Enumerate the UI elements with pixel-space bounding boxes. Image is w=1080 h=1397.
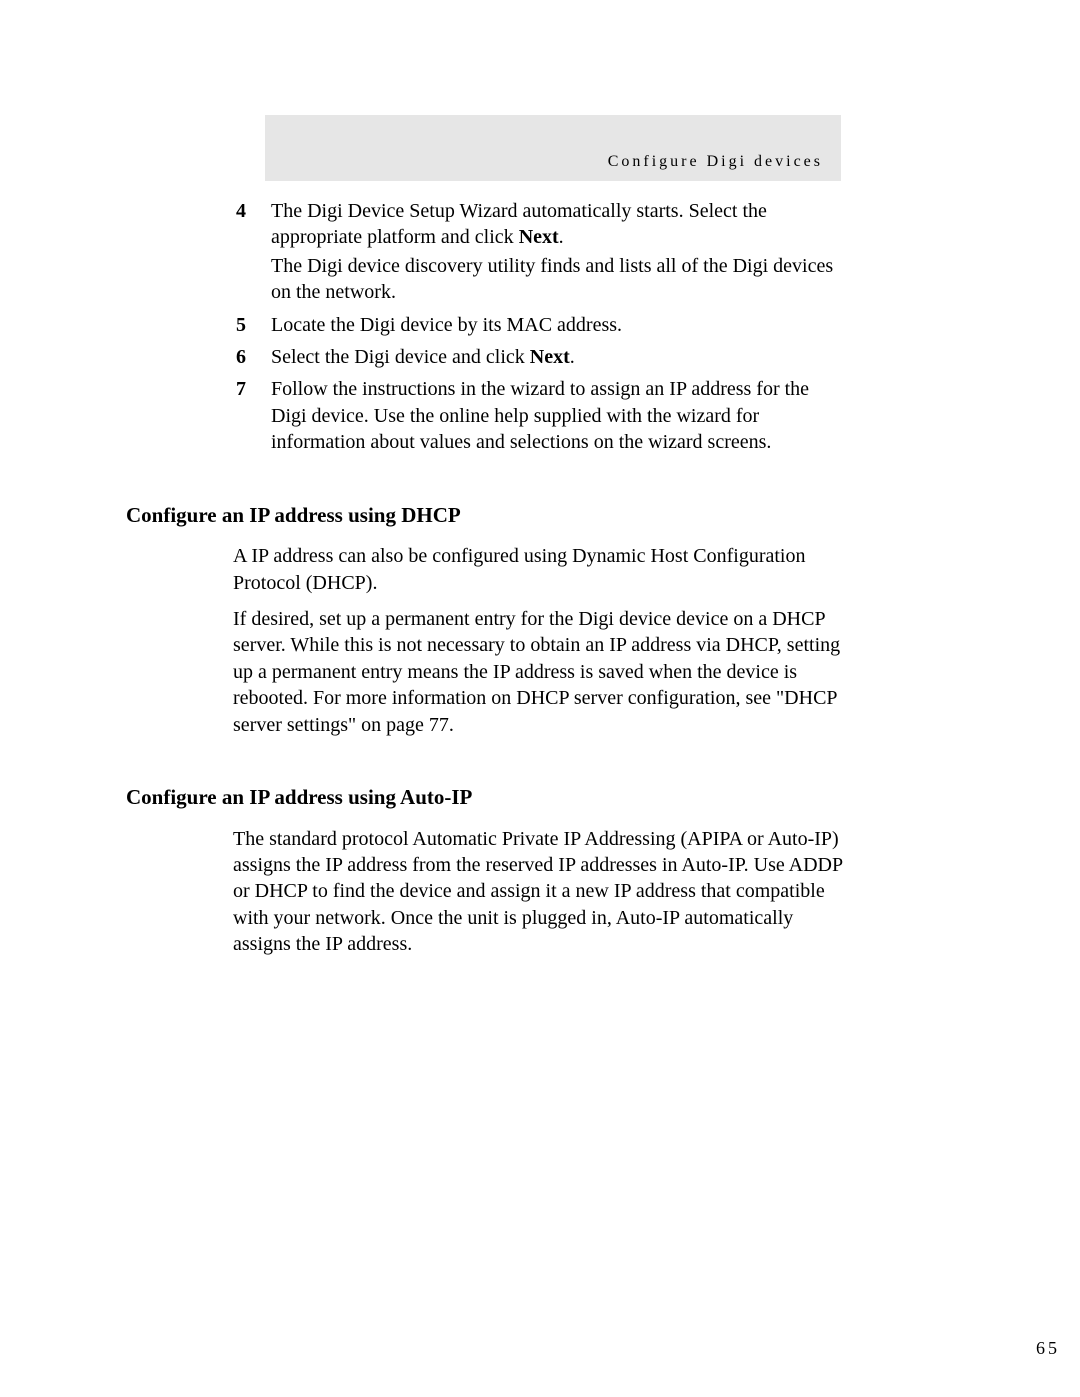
header-title: Configure Digi devices [608, 153, 823, 171]
section-paragraph: The standard protocol Automatic Private … [233, 826, 843, 958]
step-number: 5 [126, 312, 271, 338]
section-paragraph: A IP address can also be configured usin… [233, 543, 843, 596]
step-paragraph: Follow the instructions in the wizard to… [271, 376, 842, 455]
document-page: Configure Digi devices 4 The Digi Device… [0, 0, 1080, 1397]
step-item: 6 Select the Digi device and click Next. [126, 344, 842, 370]
section-paragraph: If desired, set up a permanent entry for… [233, 606, 843, 738]
text-run: Follow the instructions in the wizard to… [271, 378, 809, 453]
text-run: . [570, 346, 575, 368]
text-run: Select the Digi device and click [271, 346, 530, 368]
section-heading-autoip: Configure an IP address using Auto-IP [126, 784, 842, 812]
text-run: The Digi device discovery utility finds … [271, 255, 833, 303]
step-number: 6 [126, 344, 271, 370]
header-band: Configure Digi devices [265, 115, 841, 181]
step-paragraph: Locate the Digi device by its MAC addres… [271, 312, 842, 338]
step-body: The Digi Device Setup Wizard automatical… [271, 198, 842, 306]
step-number: 4 [126, 198, 271, 224]
step-body: Locate the Digi device by its MAC addres… [271, 312, 842, 338]
step-item: 5 Locate the Digi device by its MAC addr… [126, 312, 842, 338]
page-content: 4 The Digi Device Setup Wizard automatic… [126, 198, 842, 958]
text-run: Locate the Digi device by its MAC addres… [271, 314, 622, 336]
step-item: 4 The Digi Device Setup Wizard automatic… [126, 198, 842, 306]
step-paragraph: Select the Digi device and click Next. [271, 344, 842, 370]
step-body: Follow the instructions in the wizard to… [271, 376, 842, 455]
section-heading-dhcp: Configure an IP address using DHCP [126, 502, 842, 530]
step-number: 7 [126, 376, 271, 402]
step-item: 7 Follow the instructions in the wizard … [126, 376, 842, 455]
bold-run: Next [530, 346, 570, 368]
step-body: Select the Digi device and click Next. [271, 344, 842, 370]
text-run: . [559, 226, 564, 248]
step-paragraph: The Digi Device Setup Wizard automatical… [271, 198, 842, 251]
step-paragraph: The Digi device discovery utility finds … [271, 253, 842, 306]
bold-run: Next [519, 226, 559, 248]
page-number: 65 [1036, 1338, 1060, 1359]
